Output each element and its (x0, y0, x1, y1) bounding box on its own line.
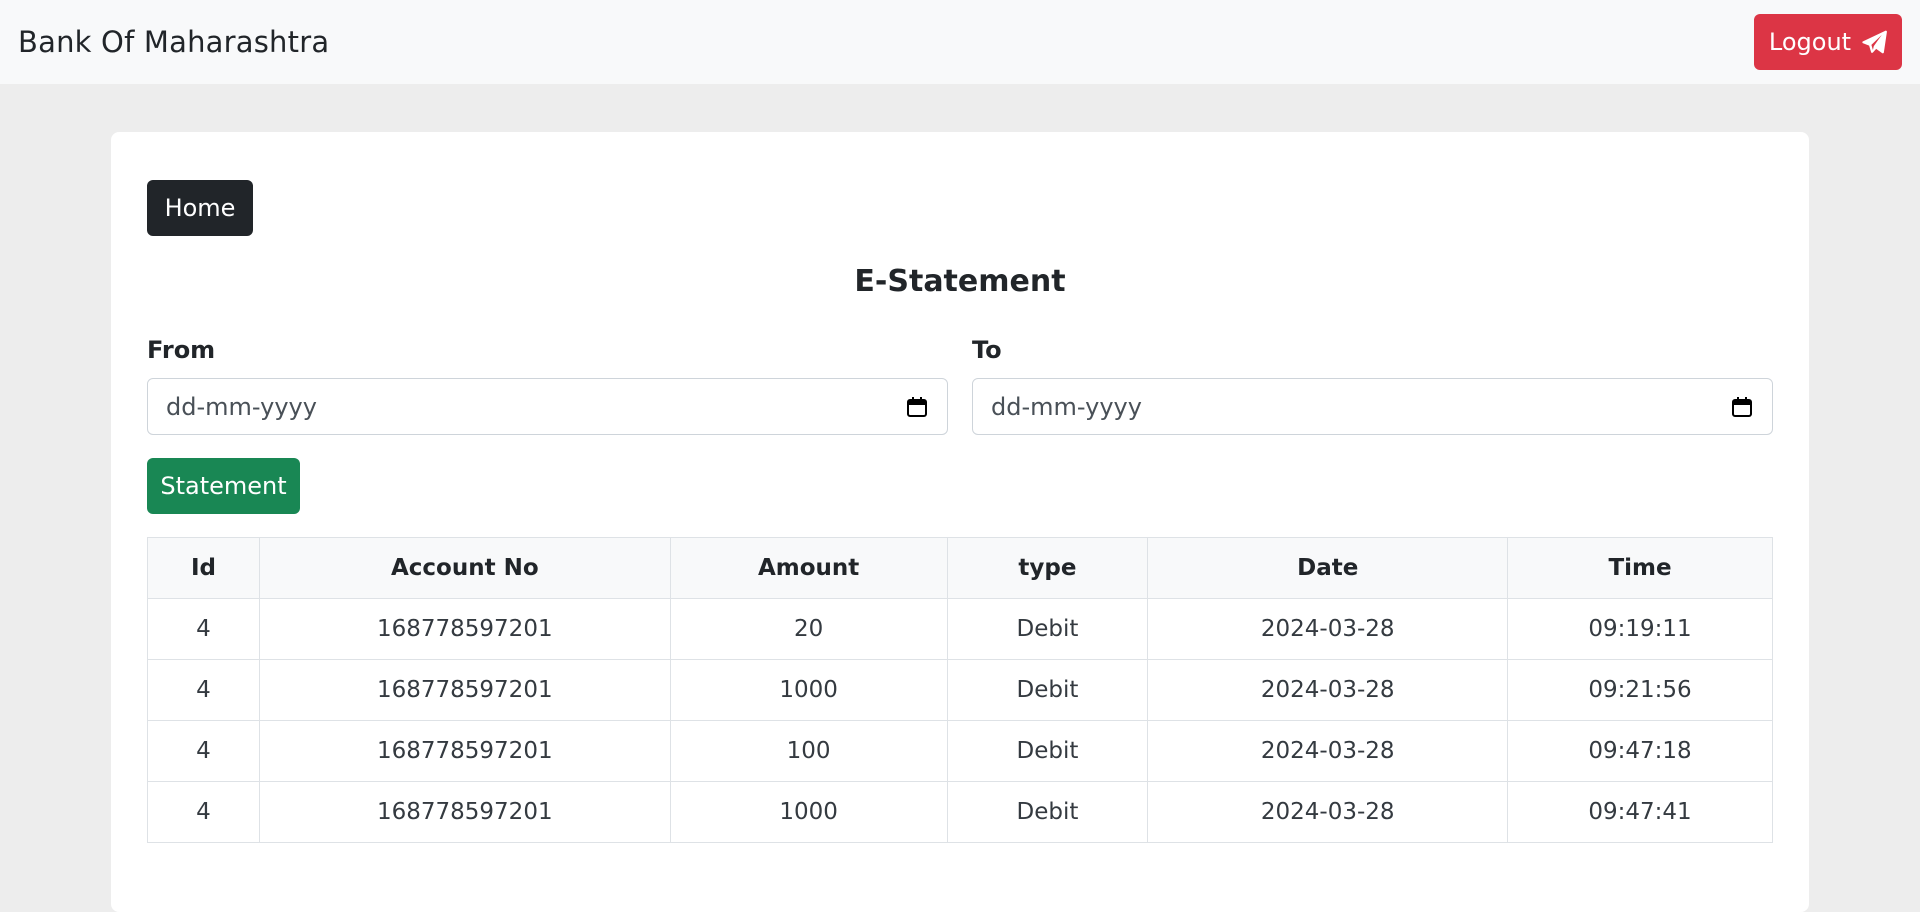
statement-card: Home E-Statement From To dd-mm-yyyy dd-m… (111, 132, 1809, 912)
cell-account-no: 168778597201 (258, 659, 671, 721)
cell-id: 4 (147, 720, 260, 782)
cell-date: 2024-03-28 (1147, 720, 1509, 782)
brand-title[interactable]: Bank Of Maharashtra (18, 25, 329, 59)
cell-amount: 1000 (669, 781, 948, 843)
cell-time: 09:47:41 (1507, 781, 1773, 843)
cell-amount: 100 (669, 720, 948, 782)
navbar: Bank Of Maharashtra Logout (0, 0, 1920, 84)
cell-date: 2024-03-28 (1147, 659, 1509, 721)
paper-plane-icon (1862, 30, 1888, 54)
cell-account-no: 168778597201 (258, 781, 671, 843)
cell-type: Debit (946, 781, 1149, 843)
cell-date: 2024-03-28 (1147, 781, 1509, 843)
cell-type: Debit (946, 598, 1149, 660)
logout-button[interactable]: Logout (1754, 14, 1902, 70)
statement-button[interactable]: Statement (147, 458, 300, 514)
to-date-input[interactable]: dd-mm-yyyy (972, 378, 1773, 435)
header-amount: Amount (669, 537, 948, 599)
cell-type: Debit (946, 720, 1149, 782)
logout-label: Logout (1768, 28, 1852, 56)
table-header-row: Id Account No Amount type Date Time (147, 537, 1773, 599)
header-type: type (946, 537, 1149, 599)
cell-id: 4 (147, 598, 260, 660)
header-time: Time (1507, 537, 1773, 599)
table-row: 4 168778597201 1000 Debit 2024-03-28 09:… (147, 781, 1773, 843)
calendar-icon[interactable] (1730, 395, 1754, 419)
cell-id: 4 (147, 781, 260, 843)
page-title: E-Statement (854, 264, 1066, 299)
table-row: 4 168778597201 100 Debit 2024-03-28 09:4… (147, 720, 1773, 782)
cell-date: 2024-03-28 (1147, 598, 1509, 660)
calendar-icon[interactable] (905, 395, 929, 419)
header-date: Date (1147, 537, 1509, 599)
from-date-input[interactable]: dd-mm-yyyy (147, 378, 948, 435)
cell-amount: 20 (669, 598, 948, 660)
header-id: Id (147, 537, 260, 599)
cell-amount: 1000 (669, 659, 948, 721)
transactions-table: Id Account No Amount type Date Time 4 16… (147, 537, 1773, 843)
to-date-placeholder: dd-mm-yyyy (991, 392, 1142, 421)
cell-time: 09:21:56 (1507, 659, 1773, 721)
header-account-no: Account No (258, 537, 671, 599)
from-date-placeholder: dd-mm-yyyy (166, 392, 317, 421)
cell-id: 4 (147, 659, 260, 721)
home-button[interactable]: Home (147, 180, 253, 236)
table-row: 4 168778597201 1000 Debit 2024-03-28 09:… (147, 659, 1773, 721)
from-label: From (147, 336, 216, 364)
cell-account-no: 168778597201 (258, 598, 671, 660)
cell-account-no: 168778597201 (258, 720, 671, 782)
cell-type: Debit (946, 659, 1149, 721)
cell-time: 09:47:18 (1507, 720, 1773, 782)
cell-time: 09:19:11 (1507, 598, 1773, 660)
to-label: To (972, 336, 1002, 364)
table-row: 4 168778597201 20 Debit 2024-03-28 09:19… (147, 598, 1773, 660)
